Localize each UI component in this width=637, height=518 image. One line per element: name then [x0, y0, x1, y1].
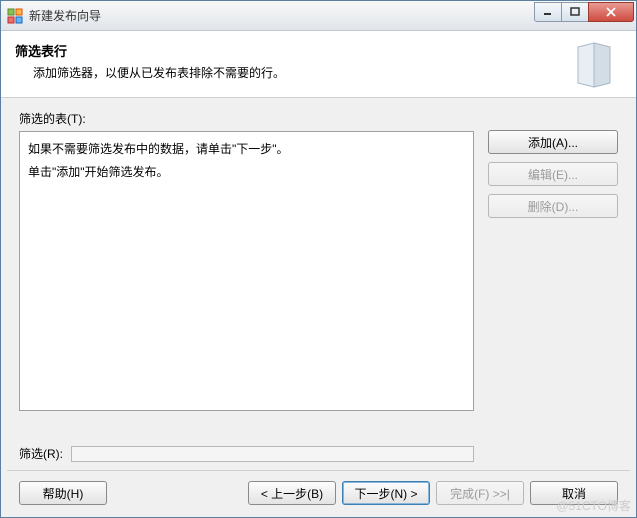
- filter-table-listbox[interactable]: 如果不需要筛选发布中的数据，请单击"下一步"。 单击"添加"开始筛选发布。: [19, 131, 474, 411]
- titlebar[interactable]: 新建发布向导: [1, 1, 636, 31]
- back-button[interactable]: < 上一步(B): [248, 481, 336, 505]
- window-title: 新建发布向导: [29, 7, 535, 24]
- filter-input: [71, 446, 474, 462]
- header-graphic-icon: [570, 41, 618, 89]
- page-title: 筛选表行: [15, 41, 560, 60]
- minimize-button[interactable]: [534, 2, 562, 22]
- filter-label: 筛选(R):: [19, 445, 63, 462]
- finish-button: 完成(F) >>|: [436, 481, 524, 505]
- listbox-hint-line: 单击"添加"开始筛选发布。: [28, 161, 465, 184]
- filter-expression-row: 筛选(R):: [19, 445, 618, 462]
- window-controls: [535, 2, 634, 22]
- listbox-hint-line: 如果不需要筛选发布中的数据，请单击"下一步"。: [28, 138, 465, 161]
- close-button[interactable]: [588, 2, 634, 22]
- filter-table-label: 筛选的表(T):: [19, 110, 474, 127]
- delete-button: 删除(D)...: [488, 194, 618, 218]
- page-subtitle: 添加筛选器，以便从已发布表排除不需要的行。: [15, 64, 560, 81]
- edit-button: 编辑(E)...: [488, 162, 618, 186]
- help-button[interactable]: 帮助(H): [19, 481, 107, 505]
- next-button[interactable]: 下一步(N) >: [342, 481, 430, 505]
- wizard-header: 筛选表行 添加筛选器，以便从已发布表排除不需要的行。: [1, 31, 636, 98]
- filter-table-left: 筛选的表(T): 如果不需要筛选发布中的数据，请单击"下一步"。 单击"添加"开…: [19, 110, 474, 411]
- side-buttons: 添加(A)... 编辑(E)... 删除(D)...: [488, 130, 618, 218]
- wizard-window: 新建发布向导 筛选表行 添加筛选器，以便从已发布表排除不需要的行。: [0, 0, 637, 518]
- app-icon: [7, 8, 23, 24]
- header-text: 筛选表行 添加筛选器，以便从已发布表排除不需要的行。: [15, 41, 560, 81]
- cancel-button[interactable]: 取消: [530, 481, 618, 505]
- maximize-button[interactable]: [561, 2, 589, 22]
- wizard-footer: 帮助(H) < 上一步(B) 下一步(N) > 完成(F) >>| 取消: [1, 471, 636, 517]
- content-area: 筛选的表(T): 如果不需要筛选发布中的数据，请单击"下一步"。 单击"添加"开…: [1, 98, 636, 470]
- add-button[interactable]: 添加(A)...: [488, 130, 618, 154]
- filter-table-section: 筛选的表(T): 如果不需要筛选发布中的数据，请单击"下一步"。 单击"添加"开…: [19, 110, 618, 435]
